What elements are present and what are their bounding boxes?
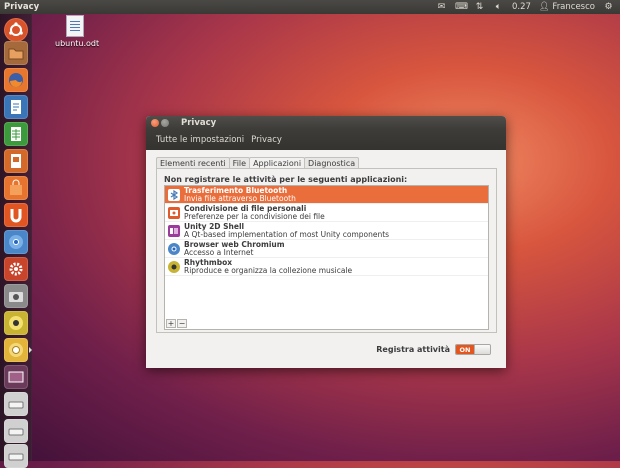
clock[interactable]: 0.27	[512, 2, 531, 12]
impress-launcher[interactable]	[4, 149, 28, 173]
close-icon[interactable]	[151, 119, 159, 127]
app-title: Privacy	[4, 2, 40, 12]
keyboard-icon[interactable]: ⌨	[455, 2, 468, 12]
calc-icon	[11, 127, 21, 141]
record-activity-label: Registra attività	[376, 345, 450, 354]
ubuntu-logo-icon	[9, 22, 23, 36]
breadcrumb-current: Privacy	[251, 135, 282, 145]
privacy-window: Privacy Tutte le impostazioni Privacy El…	[146, 116, 506, 368]
rhythmbox-icon	[168, 260, 180, 273]
app-description: Invia file attraverso Bluetooth	[184, 193, 296, 203]
app-description: Accesso a Internet	[184, 247, 254, 257]
writer-icon	[11, 100, 21, 114]
privacy-launcher[interactable]	[4, 338, 28, 362]
applications-panel: Non registrare le attività per le seguen…	[156, 168, 497, 333]
launcher	[0, 14, 32, 468]
chromium-icon	[9, 235, 23, 249]
chromium-icon	[168, 242, 180, 255]
record-activity-row: Registra attività ON	[376, 344, 491, 355]
ubuntu-one-launcher[interactable]	[4, 203, 28, 227]
list-item[interactable]: Trasferimento Bluetooth Invia file attra…	[165, 186, 488, 204]
drive-icon	[8, 428, 24, 436]
user-menu[interactable]: 👤︎ Francesco	[539, 2, 595, 12]
drive-launcher-2[interactable]	[4, 419, 28, 443]
workspace-icon	[8, 371, 24, 383]
workspace-switcher[interactable]	[4, 365, 28, 389]
software-center-launcher[interactable]	[4, 176, 28, 200]
file-share-icon	[168, 206, 180, 219]
drive-icon	[8, 453, 24, 461]
app-description: Riproduce e organizza la collezione musi…	[184, 265, 353, 275]
app-description: Preferenze per la condivisione dei file	[184, 211, 325, 221]
firefox-launcher[interactable]	[4, 68, 28, 92]
top-panel: Privacy ✉ ⌨ ⇅ 🔈︎ 0.27 👤︎ Francesco ⚙	[0, 0, 620, 14]
settings-gear-icon	[9, 262, 23, 276]
chromium-launcher[interactable]	[4, 230, 28, 254]
rhythmbox-launcher[interactable]	[4, 311, 28, 335]
active-app-indicator	[29, 347, 32, 353]
list-item[interactable]: Condivisione di file personali Preferenz…	[165, 204, 488, 222]
tab-files[interactable]: File	[228, 157, 251, 168]
impress-icon	[11, 154, 21, 168]
drive-icon	[8, 401, 24, 409]
app-description: A Qt-based implementation of most Unity …	[184, 229, 390, 239]
list-item[interactable]: Rhythmbox Riproduce e organizza la colle…	[165, 258, 488, 276]
record-activity-toggle[interactable]: ON	[455, 344, 491, 355]
indicators: ✉ ⌨ ⇅ 🔈︎ 0.27 👤︎ Francesco ⚙	[436, 2, 620, 12]
desktop-file-icon[interactable]: ubuntu.odt	[55, 15, 99, 48]
toggle-knob[interactable]	[474, 345, 490, 354]
user-icon: 👤︎	[538, 2, 550, 12]
window-title: Privacy	[181, 118, 217, 128]
camera-icon	[9, 292, 23, 302]
panel-heading: Non registrare le attività per le seguen…	[164, 175, 408, 184]
drive-launcher-1[interactable]	[4, 392, 28, 416]
toggle-on-label: ON	[456, 345, 474, 354]
mail-icon[interactable]: ✉	[436, 2, 447, 12]
tab-recent-items[interactable]: Elementi recenti	[156, 157, 230, 168]
shopping-bag-icon	[10, 179, 22, 195]
network-icon[interactable]: ⇅	[474, 2, 485, 12]
remove-app-button[interactable]: −	[177, 319, 187, 328]
list-item[interactable]: Browser web Chromium Accesso a Internet	[165, 240, 488, 258]
application-list[interactable]: Trasferimento Bluetooth Invia file attra…	[164, 185, 489, 330]
privacy-icon	[9, 343, 23, 357]
system-settings-launcher[interactable]	[4, 257, 28, 281]
rhythmbox-icon	[9, 316, 23, 330]
tab-diagnostics[interactable]: Diagnostica	[304, 157, 360, 168]
bluetooth-icon	[168, 188, 180, 201]
writer-launcher[interactable]	[4, 95, 28, 119]
drive-launcher-3[interactable]	[4, 444, 28, 468]
user-name: Francesco	[552, 2, 595, 12]
folder-icon	[8, 48, 24, 60]
ubuntu-one-icon	[10, 209, 22, 223]
window-toolbar: Tutte le impostazioni Privacy	[146, 130, 506, 150]
calc-launcher[interactable]	[4, 122, 28, 146]
files-launcher[interactable]	[4, 41, 28, 65]
document-icon	[66, 15, 84, 37]
list-buttons: + −	[166, 319, 187, 328]
list-item[interactable]: Unity 2D Shell A Qt-based implementation…	[165, 222, 488, 240]
desktop-file-label: ubuntu.odt	[55, 39, 100, 48]
minimize-icon[interactable]	[161, 119, 169, 127]
unity-icon	[168, 224, 180, 237]
volume-icon[interactable]: 🔈︎	[493, 2, 504, 12]
window-titlebar[interactable]: Privacy	[146, 116, 506, 130]
firefox-icon	[9, 73, 23, 87]
add-app-button[interactable]: +	[166, 319, 176, 328]
gear-icon[interactable]: ⚙	[603, 2, 614, 12]
camera-launcher[interactable]	[4, 284, 28, 308]
dash-home-button[interactable]	[4, 18, 28, 42]
all-settings-button[interactable]: Tutte le impostazioni	[155, 134, 245, 146]
